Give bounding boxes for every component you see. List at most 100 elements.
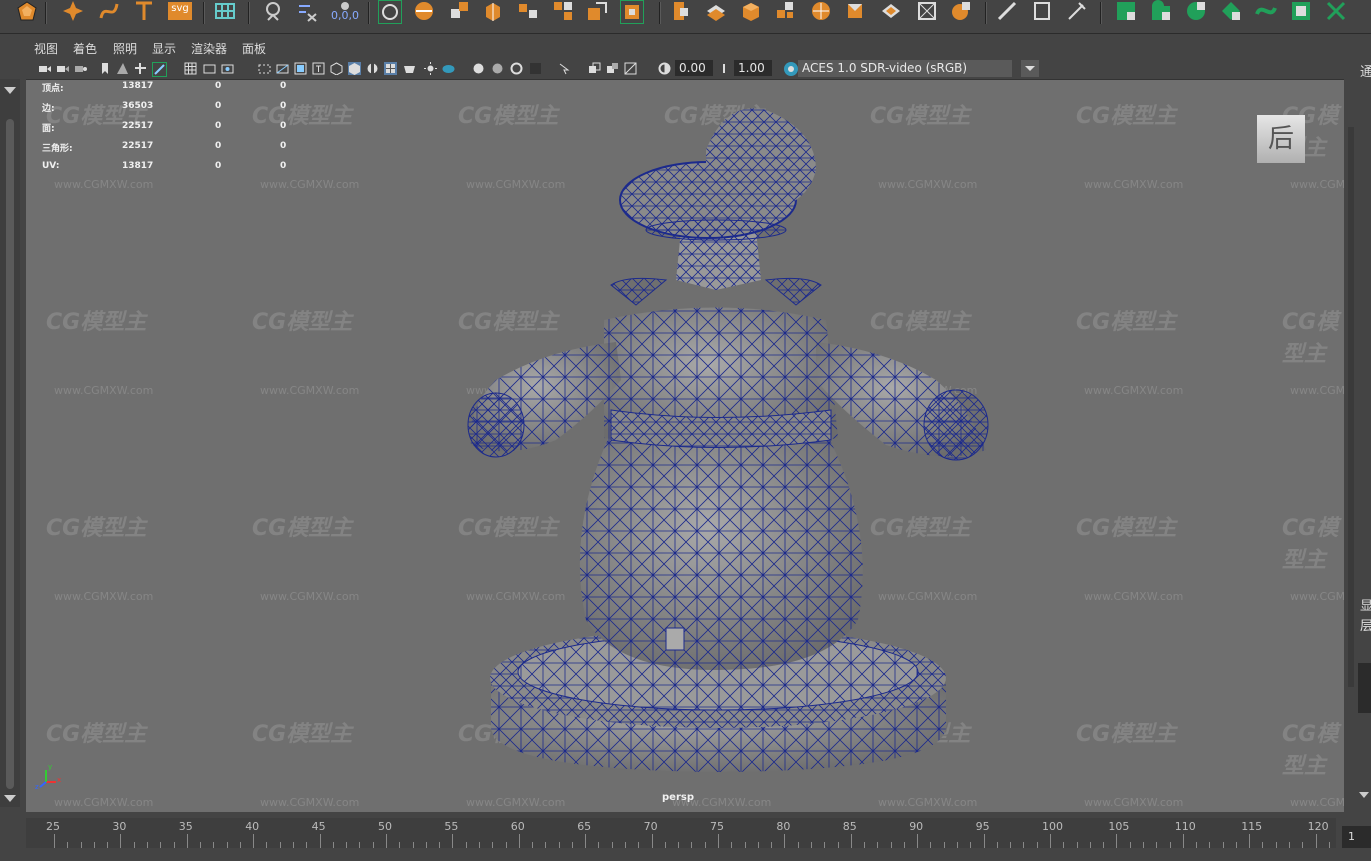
scroll-down-arrow-icon[interactable] [1358, 790, 1370, 800]
exposure-icon[interactable] [658, 62, 671, 75]
bookmark-icon[interactable] [98, 62, 111, 75]
uv-unfold-icon[interactable] [1066, 0, 1088, 22]
menu-view[interactable]: 视图 [34, 40, 58, 57]
uv-layout-icon[interactable] [1115, 0, 1137, 22]
smooth-shade-icon[interactable] [348, 62, 361, 75]
anti-aliasing-icon[interactable] [491, 62, 504, 75]
menu-renderer[interactable]: 渲染器 [191, 40, 227, 57]
exposure-field[interactable]: 0.00 [675, 60, 713, 76]
grid-toggle-icon[interactable] [184, 62, 197, 75]
display-tab[interactable]: 显 [1360, 595, 1371, 614]
use-all-lights-icon[interactable] [403, 62, 416, 75]
gate-mask-icon[interactable] [258, 62, 271, 75]
curve-tool-icon[interactable] [98, 0, 120, 22]
paint-star-icon[interactable] [62, 0, 84, 22]
time-slider[interactable]: 25 30 35 40 45 50 55 60 65 70 75 80 85 90 95 100 105 110 1… [0, 812, 1371, 861]
depth-of-field-icon[interactable] [510, 62, 523, 75]
text-tool-icon[interactable] [133, 0, 155, 22]
right-scrollbar[interactable] [1358, 663, 1371, 713]
camera-select-icon[interactable] [38, 62, 51, 75]
target-weld-icon[interactable] [916, 0, 938, 22]
color-management-dropdown[interactable]: ACES 1.0 SDR-video (sRGB) [798, 60, 1012, 77]
two-d-pan-icon[interactable] [134, 62, 147, 75]
uv-shell-icon[interactable] [1150, 0, 1172, 22]
append-polygon-icon[interactable] [448, 0, 470, 22]
uv-toolkit-icon[interactable] [1325, 0, 1347, 22]
menu-panels[interactable]: 面板 [242, 40, 266, 57]
multi-cut-icon[interactable] [296, 0, 318, 22]
timeline-tick [957, 842, 959, 848]
3d-viewport[interactable]: CG模型主 www.CGMXW.com CG模型主 www.CGMXW.com CG模型… [26, 79, 1344, 812]
wireframe-on-shaded-icon[interactable] [366, 62, 379, 75]
combine-icon[interactable] [552, 0, 574, 22]
wireframe-icon[interactable] [330, 62, 343, 75]
xray-icon[interactable] [529, 62, 542, 75]
wand-icon[interactable] [1031, 0, 1053, 22]
timeline-tick [1023, 842, 1025, 848]
time-ruler[interactable]: 25 30 35 40 45 50 55 60 65 70 75 80 85 90 95 100 105 110 1… [26, 818, 1336, 848]
scroll-down-arrow-icon[interactable] [4, 795, 16, 802]
uv-x-icon[interactable] [1290, 0, 1312, 22]
textured-icon[interactable] [384, 62, 397, 75]
hud-toggle-icon[interactable] [624, 62, 637, 75]
plane-create-icon[interactable] [844, 0, 866, 22]
xray-joints-icon[interactable] [588, 62, 601, 75]
bevel-icon[interactable] [413, 0, 435, 22]
svg-tool-icon[interactable]: svg [167, 0, 193, 22]
pencil-icon[interactable] [950, 0, 972, 22]
separate-icon[interactable] [586, 0, 608, 22]
cylinder-create-icon[interactable] [810, 0, 832, 22]
lasso-select-icon[interactable] [262, 0, 284, 22]
timeline-tick [1142, 842, 1144, 848]
uv-cut-icon[interactable] [1185, 0, 1207, 22]
color-management-dropdown-button[interactable] [1021, 60, 1039, 77]
scroll-up-arrow-icon[interactable] [4, 87, 16, 94]
field-chart-icon[interactable] [276, 62, 289, 75]
timeline-tick [903, 842, 905, 848]
grid-tool-icon[interactable] [214, 0, 236, 22]
cube-create-icon[interactable] [740, 0, 762, 22]
smooth-icon[interactable] [620, 0, 644, 24]
viewcube-back-face[interactable]: 后 [1257, 115, 1305, 163]
left-arm [467, 342, 621, 458]
boolean-icon[interactable] [670, 0, 692, 22]
camera-lock-icon[interactable] [74, 62, 87, 75]
image-plane-icon[interactable] [116, 62, 129, 75]
wireframe-model[interactable] [26, 80, 1344, 812]
timeline-tick [399, 842, 401, 848]
uv-checker-icon[interactable] [1255, 0, 1277, 22]
xray-active-icon[interactable] [606, 62, 619, 75]
quad-draw-icon[interactable] [378, 0, 402, 24]
ruler-icon[interactable] [996, 0, 1018, 22]
camera-attributes-icon[interactable] [56, 62, 69, 75]
extrude-icon[interactable] [482, 0, 504, 22]
left-scrollbar[interactable] [0, 79, 20, 807]
layer-tab[interactable]: 层 [1360, 615, 1371, 634]
sphere-create-icon[interactable] [775, 0, 797, 22]
bridge-icon[interactable] [517, 0, 539, 22]
color-management-icon[interactable] [783, 61, 799, 77]
shadows-icon[interactable] [424, 62, 437, 75]
film-gate-icon[interactable] [203, 62, 216, 75]
right-panel-tab[interactable]: 通 [1360, 61, 1371, 80]
menu-shading[interactable]: 着色 [73, 40, 97, 57]
resolution-gate-icon[interactable] [221, 62, 234, 75]
uv-sew-icon[interactable] [1220, 0, 1242, 22]
sculpt-sphere-icon[interactable] [16, 0, 38, 22]
timeline-tick [505, 842, 507, 848]
motion-blur-icon[interactable] [472, 62, 485, 75]
menu-show[interactable]: 显示 [152, 40, 176, 57]
scroll-track[interactable] [6, 119, 14, 789]
gamma-icon[interactable] [720, 62, 733, 75]
safe-title-icon[interactable] [312, 62, 325, 75]
ambient-occlusion-icon[interactable] [442, 62, 455, 75]
grease-pencil-icon[interactable] [152, 62, 167, 77]
snap-together-icon[interactable]: 0,0,0 [330, 0, 360, 22]
torus-create-icon[interactable] [880, 0, 902, 22]
current-frame-field[interactable]: 1 [1342, 826, 1371, 848]
gamma-field[interactable]: 1.00 [734, 60, 772, 76]
safe-action-icon[interactable] [294, 62, 307, 75]
mirror-icon[interactable] [705, 0, 727, 22]
isolate-select-icon[interactable] [558, 62, 571, 75]
menu-lighting[interactable]: 照明 [113, 40, 137, 57]
